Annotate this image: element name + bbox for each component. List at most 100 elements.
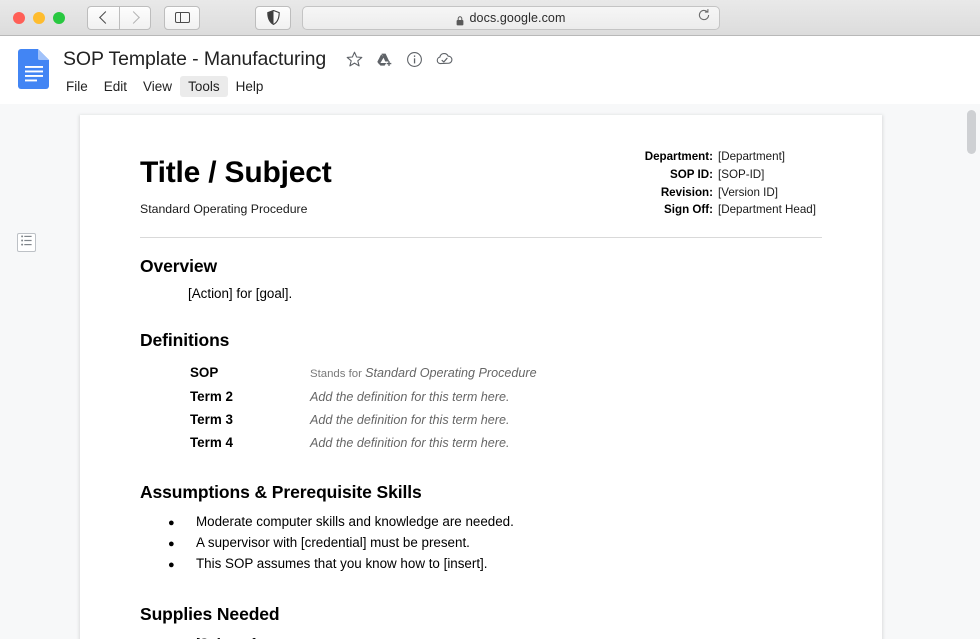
header-divider: [140, 237, 822, 239]
section-heading-definitions: Definitions: [140, 330, 230, 351]
docs-app-header: SOP Template - Manufacturing File Edit V…: [0, 36, 980, 104]
supplies-list: ● [Software] ● [Hardware]: [140, 634, 822, 639]
doc-title-row: SOP Template - Manufacturing: [63, 45, 459, 73]
document-body: Title / Subject Standard Operating Proce…: [80, 115, 882, 639]
menu-tools[interactable]: Tools: [180, 76, 228, 97]
section-supplies: Supplies Needed ● [Software] ● [Hardware…: [140, 604, 822, 639]
browser-toolbar: docs.google.com: [0, 0, 980, 36]
editor-canvas: Title / Subject Standard Operating Proce…: [0, 104, 980, 639]
definition-row: Term 2 Add the definition for this term …: [140, 386, 822, 409]
window-minimize-button[interactable]: [33, 11, 45, 24]
docs-menu-bar: File Edit View Tools Help: [58, 76, 459, 97]
list-item-text: [Software]: [196, 634, 256, 639]
definition-text: Add the definition for this term here.: [310, 389, 510, 404]
section-definitions: Definitions SOP Stands for Standard Oper…: [140, 330, 822, 454]
editor-scrollbar[interactable]: [967, 104, 976, 639]
bullet-icon: ●: [168, 559, 175, 572]
metadata-value: [Department Head]: [718, 203, 816, 217]
info-icon[interactable]: [399, 46, 429, 72]
menu-edit[interactable]: Edit: [96, 76, 135, 97]
chevron-right-icon: [127, 11, 140, 24]
docs-header-text: SOP Template - Manufacturing File Edit V…: [63, 45, 459, 97]
definition-description: Add the definition for this term here.: [310, 432, 510, 455]
list-item: ● Moderate computer skills and knowledge…: [140, 512, 822, 533]
section-heading-assumptions: Assumptions & Prerequisite Skills: [140, 482, 422, 503]
menu-view[interactable]: View: [135, 76, 180, 97]
metadata-value: [SOP-ID]: [718, 167, 765, 181]
list-item: ● A supervisor with [credential] must be…: [140, 533, 822, 554]
section-overview: Overview [Action] for [goal].: [140, 256, 822, 301]
metadata-row: Revision: [Version ID]: [645, 184, 822, 202]
list-item-text: This SOP assumes that you know how to [i…: [196, 556, 488, 572]
list-item: ● [Software]: [140, 634, 822, 639]
reload-icon: [697, 8, 711, 27]
definition-row: Term 3 Add the definition for this term …: [140, 409, 822, 432]
document-metadata-table: Department: [Department] SOP ID: [SOP-ID…: [645, 148, 822, 219]
document-subtitle: Standard Operating Procedure: [140, 202, 308, 216]
metadata-value: [Department]: [718, 150, 786, 163]
metadata-label: Revision:: [660, 185, 713, 199]
definition-term: Term 4: [190, 434, 233, 450]
sidebar-toggle-button[interactable]: [164, 5, 200, 30]
definition-text: Add the definition for this term here.: [310, 412, 510, 427]
definition-text: Add the definition for this term here.: [310, 435, 510, 450]
outline-toggle-button[interactable]: [17, 233, 36, 252]
navigation-buttons: [87, 5, 151, 30]
definition-text: Standard Operating Procedure: [365, 366, 537, 381]
definition-row: Term 4 Add the definition for this term …: [140, 432, 822, 455]
star-icon[interactable]: [339, 46, 369, 72]
stands-for-label: Stands for: [310, 368, 366, 381]
metadata-row: SOP ID: [SOP-ID]: [645, 166, 822, 184]
bullet-icon: ●: [168, 538, 175, 551]
section-assumptions: Assumptions & Prerequisite Skills ● Mode…: [140, 482, 822, 575]
document-title-block: Title / Subject Standard Operating Proce…: [140, 148, 332, 216]
shield-icon: [266, 10, 280, 25]
list-item: ● This SOP assumes that you know how to …: [140, 554, 822, 575]
list-item-text: A supervisor with [credential] must be p…: [196, 535, 470, 551]
doc-title[interactable]: SOP Template - Manufacturing: [63, 48, 326, 71]
menu-help[interactable]: Help: [228, 76, 272, 97]
back-button[interactable]: [87, 5, 119, 30]
privacy-report-button[interactable]: [255, 5, 291, 30]
definitions-table: SOP Stands for Standard Operating Proced…: [140, 362, 822, 454]
metadata-label: Sign Off:: [664, 203, 713, 217]
sidebar-icon: [174, 12, 190, 23]
url-text: docs.google.com: [469, 10, 566, 25]
window-traffic-lights: [13, 11, 65, 24]
forward-button[interactable]: [119, 5, 151, 30]
assumptions-list: ● Moderate computer skills and knowledge…: [140, 512, 822, 575]
definition-description: Add the definition for this term here.: [310, 386, 510, 409]
reload-button[interactable]: [696, 8, 712, 27]
doc-title-icons: [339, 46, 459, 72]
address-bar[interactable]: docs.google.com: [302, 5, 720, 30]
menu-file[interactable]: File: [58, 76, 96, 97]
cloud-saved-icon[interactable]: [429, 46, 459, 72]
document-page[interactable]: Title / Subject Standard Operating Proce…: [80, 115, 882, 639]
definition-term: Term 3: [190, 411, 233, 427]
section-heading-overview: Overview: [140, 256, 218, 277]
list-item-text: Moderate computer skills and knowledge a…: [196, 514, 514, 530]
google-docs-logo[interactable]: [18, 49, 50, 89]
document-header-area: Title / Subject Standard Operating Proce…: [140, 148, 822, 219]
metadata-row: Sign Off: [Department Head]: [645, 201, 822, 219]
metadata-row: Department: [Department]: [645, 148, 822, 166]
move-to-folder-icon[interactable]: [369, 46, 399, 72]
overview-text: [Action] for [goal].: [188, 286, 293, 302]
section-heading-supplies: Supplies Needed: [140, 604, 280, 625]
definition-row: SOP Stands for Standard Operating Proced…: [140, 362, 822, 386]
editor-scrollbar-thumb[interactable]: [967, 110, 976, 154]
lock-icon: [456, 13, 464, 25]
definition-term: Term 2: [190, 388, 233, 404]
chevron-left-icon: [98, 11, 112, 24]
window-maximize-button[interactable]: [53, 11, 65, 24]
bullet-icon: ●: [168, 517, 175, 530]
metadata-label: Department:: [644, 150, 713, 163]
window-close-button[interactable]: [13, 11, 25, 24]
bullet-icon: ●: [168, 635, 196, 639]
outline-icon: [20, 234, 33, 252]
definition-description: Stands for Standard Operating Procedure: [310, 362, 537, 386]
url-display: docs.google.com: [456, 11, 565, 25]
definition-description: Add the definition for this term here.: [310, 409, 510, 432]
metadata-label: SOP ID:: [670, 167, 713, 181]
metadata-value: [Version ID]: [718, 185, 778, 199]
